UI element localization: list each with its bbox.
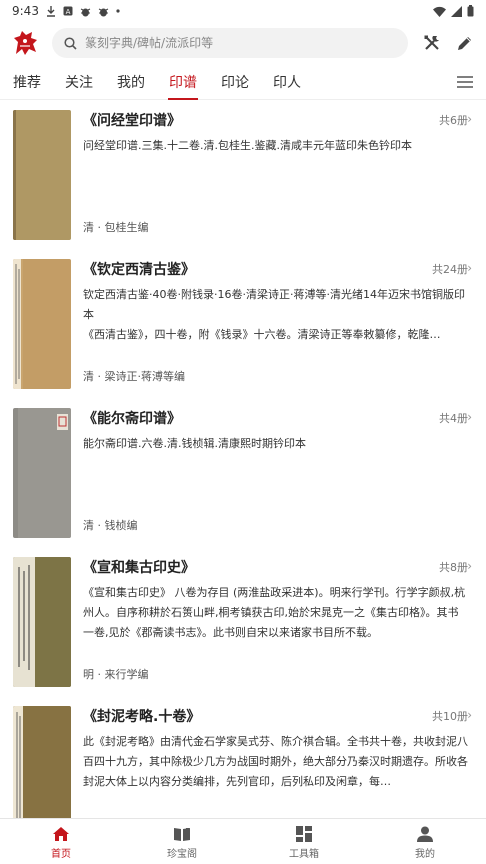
category-tabs: 推荐 关注 我的 印谱 印论 印人 — [0, 64, 486, 100]
book-icon — [174, 828, 190, 841]
nav-treasure[interactable]: 珍宝阁 — [152, 825, 212, 860]
download-icon — [46, 5, 55, 17]
chevron-right-icon: › — [467, 708, 472, 722]
item-author: 明 · 来行学编 — [83, 668, 149, 681]
item-description: 《宣和集古印史》 八卷为存目 (两淮盐政采进本)。明来行学刊。行学字颜叔,杭州人… — [83, 583, 469, 643]
item-description: 问经堂印谱.三集.十二卷.清.包桂生.鉴藏.清咸丰元年蓝印朱色钤印本 — [83, 136, 469, 156]
app-logo[interactable] — [12, 28, 40, 58]
item-author: 清 · 梁诗正·蒋溥等编 — [83, 370, 185, 383]
status-bar: 9:43 A — [0, 0, 486, 22]
tools-icon — [424, 35, 439, 50]
tab-seal-artists[interactable]: 印人 — [273, 72, 301, 92]
chevron-right-icon: › — [467, 410, 472, 424]
nav-label: 工具箱 — [289, 849, 319, 860]
nav-profile[interactable]: 我的 — [395, 825, 455, 860]
search-icon — [64, 36, 77, 50]
item-desc-line: 《西清古鉴》，四十卷，附《钱录》十六卷。清梁诗正等奉敕纂修，乾隆… — [83, 328, 441, 341]
grid-icon — [296, 826, 312, 842]
home-icon — [53, 827, 69, 841]
book-cover — [13, 110, 71, 240]
item-volume-count: 共10册 — [432, 710, 468, 723]
item-desc-line: 钦定西清古鉴·40卷·附钱录·16卷·清梁诗正·蒋溥等·清光绪14年迈宋书馆铜版… — [83, 288, 465, 321]
item-volume-count: 共6册 — [439, 114, 468, 127]
battery-icon — [467, 5, 474, 17]
chevron-right-icon: › — [467, 559, 472, 573]
nav-label: 珍宝阁 — [167, 849, 197, 860]
item-title: 《问经堂印谱》 — [83, 113, 181, 129]
item-author: 清 · 钱桢编 — [83, 519, 138, 532]
book-cover — [13, 557, 71, 687]
item-description: 能尔斋印谱.六卷.清.钱桢辑.清康熙时期钤印本 — [83, 434, 469, 454]
nav-label: 我的 — [415, 849, 435, 860]
person-icon — [417, 826, 433, 842]
item-desc-line: 此《封泥考略》由清代金石学家吴式芬、陈介祺合辑。全书共十卷，共收封泥八百四十九方… — [83, 735, 468, 788]
item-volume-count: 共8册 — [439, 561, 468, 574]
book-cover — [13, 706, 71, 818]
menu-icon[interactable] — [456, 74, 474, 90]
list-item[interactable]: 《宣和集古印史》 共8册 › 《宣和集古印史》 八卷为存目 (两淮盐政采进本)。… — [0, 547, 486, 695]
item-title: 《封泥考略.十卷》 — [83, 709, 201, 725]
top-bar — [0, 26, 486, 60]
item-desc-line: 问经堂印谱.三集.十二卷.清.包桂生.鉴藏.清咸丰元年蓝印朱色钤印本 — [83, 139, 412, 152]
bug-icon-2 — [98, 8, 109, 16]
chevron-right-icon: › — [467, 261, 472, 275]
item-author: 清 · 包桂生编 — [83, 221, 149, 234]
album-list: 《问经堂印谱》 共6册 › 问经堂印谱.三集.十二卷.清.包桂生.鉴藏.清咸丰元… — [0, 100, 486, 818]
book-cover — [13, 259, 71, 389]
tab-follow[interactable]: 关注 — [65, 72, 93, 92]
list-item[interactable]: 《钦定西清古鉴》 共24册 › 钦定西清古鉴·40卷·附钱录·16卷·清梁诗正·… — [0, 249, 486, 397]
item-desc-line: 《宣和集古印史》 八卷为存目 (两淮盐政采进本)。明来行学刊。行学字颜叔,杭州人… — [83, 586, 466, 639]
item-desc-line: 能尔斋印谱.六卷.清.钱桢辑.清康熙时期钤印本 — [83, 437, 306, 450]
tab-recommend[interactable]: 推荐 — [13, 72, 41, 92]
book-cover — [13, 408, 71, 538]
search-input[interactable] — [85, 36, 385, 50]
notification-a-icon: A — [63, 6, 73, 16]
pencil-icon — [457, 36, 471, 50]
list-item[interactable]: 《封泥考略.十卷》 共10册 › 此《封泥考略》由清代金石学家吴式芬、陈介祺合辑… — [0, 696, 486, 818]
dot-icon — [116, 9, 120, 13]
search-box[interactable] — [52, 28, 408, 58]
signal-icon — [451, 5, 462, 17]
nav-toolbox[interactable]: 工具箱 — [274, 825, 334, 860]
item-title: 《能尔斋印谱》 — [83, 411, 181, 427]
item-title: 《钦定西清古鉴》 — [83, 262, 195, 278]
svg-text:A: A — [66, 8, 71, 16]
item-volume-count: 共4册 — [439, 412, 468, 425]
nav-label: 首页 — [51, 849, 71, 860]
item-volume-count: 共24册 — [432, 263, 468, 276]
status-time: 9:43 — [12, 4, 39, 18]
list-item[interactable]: 《能尔斋印谱》 共4册 › 能尔斋印谱.六卷.清.钱桢辑.清康熙时期钤印本 清 … — [0, 398, 486, 546]
item-description: 此《封泥考略》由清代金石学家吴式芬、陈介祺合辑。全书共十卷，共收封泥八百四十九方… — [83, 732, 469, 792]
tab-seal-theory[interactable]: 印论 — [221, 72, 249, 92]
bug-icon — [80, 8, 91, 16]
wifi-icon — [433, 6, 446, 17]
chevron-right-icon: › — [467, 112, 472, 126]
tab-seal-album[interactable]: 印谱 — [169, 72, 197, 92]
item-description: 钦定西清古鉴·40卷·附钱录·16卷·清梁诗正·蒋溥等·清光绪14年迈宋书馆铜版… — [83, 285, 469, 345]
tools-button[interactable] — [420, 31, 444, 55]
nav-home[interactable]: 首页 — [31, 825, 91, 860]
item-title: 《宣和集古印史》 — [83, 560, 195, 576]
list-item[interactable]: 《问经堂印谱》 共6册 › 问经堂印谱.三集.十二卷.清.包桂生.鉴藏.清咸丰元… — [0, 100, 486, 248]
edit-button[interactable] — [452, 31, 476, 55]
tab-mine[interactable]: 我的 — [117, 72, 145, 92]
bottom-navigation: 首页 珍宝阁 工具箱 我的 — [0, 818, 486, 864]
